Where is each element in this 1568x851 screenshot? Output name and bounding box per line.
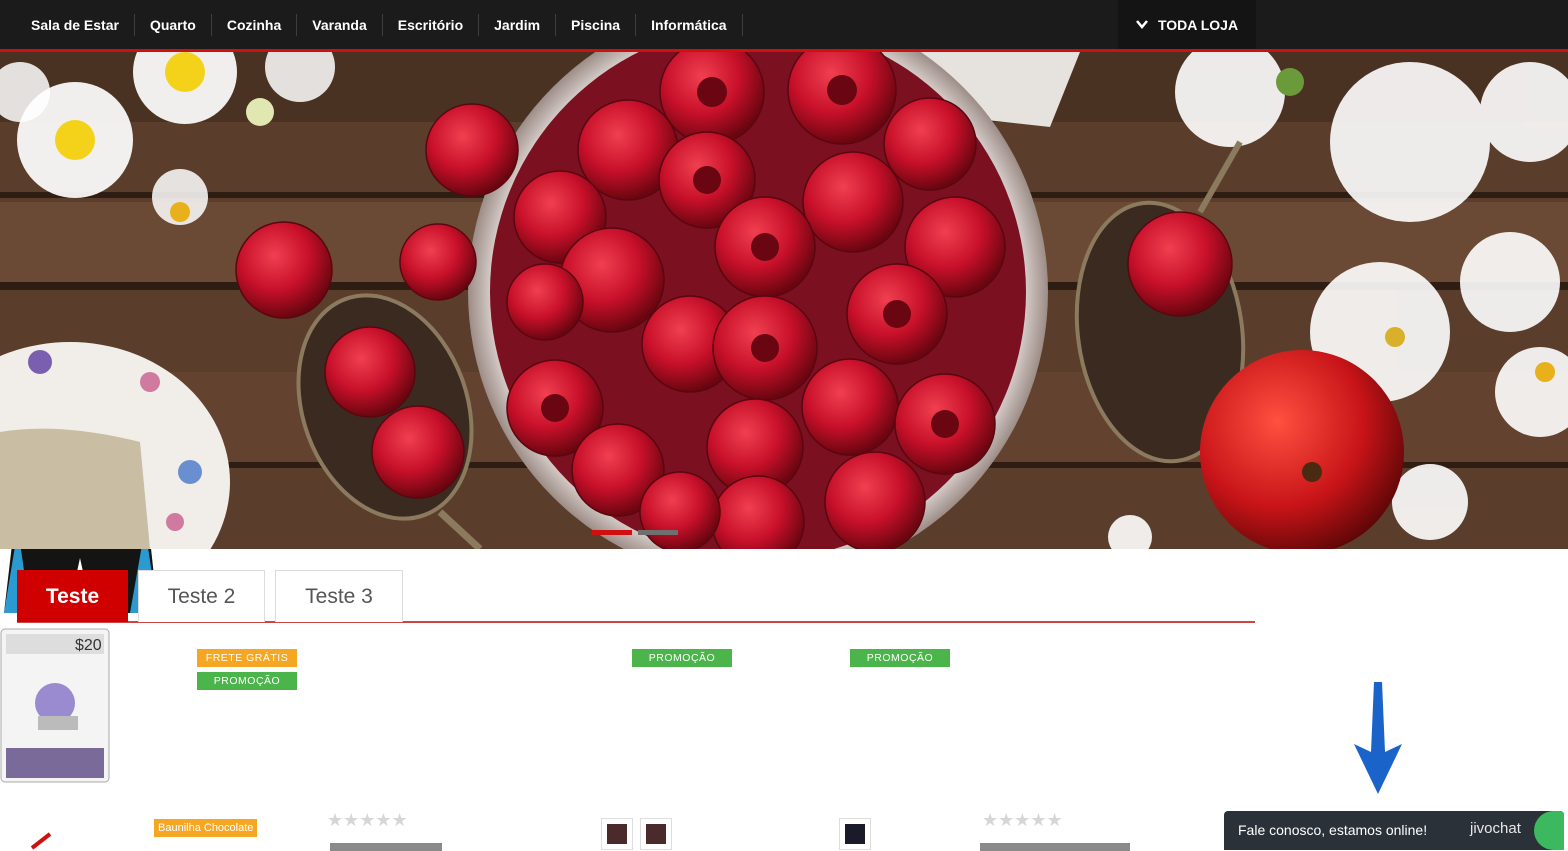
slider-dot-1[interactable]	[592, 530, 632, 535]
chat-brand-logo: jivochat	[1470, 820, 1521, 837]
flavor-option[interactable]: Baunilha Chocolate	[154, 819, 258, 837]
down-arrow-icon	[1354, 682, 1402, 794]
nav-item-quarto[interactable]: Quarto	[135, 13, 212, 36]
tab-teste[interactable]: Teste	[17, 570, 128, 622]
hero-image	[0, 52, 1568, 549]
slider-dots	[592, 530, 678, 535]
badge-promo: PROMOÇÃO	[197, 672, 297, 690]
rating-stars: ★★★★★	[982, 810, 1063, 830]
product-tabs: Teste Teste 2 Teste 3	[17, 570, 1255, 623]
nav-item-informatica[interactable]: Informática	[636, 13, 743, 36]
nav-item-sala-de-estar[interactable]: Sala de Estar	[16, 13, 135, 36]
rating-stars: ★★★★★	[327, 810, 408, 830]
chat-message: Fale conosco, estamos online!	[1238, 822, 1428, 838]
variant-thumb-1[interactable]	[601, 818, 633, 850]
tab-teste-3[interactable]: Teste 3	[275, 570, 403, 622]
top-navigation: Sala de Estar Quarto Cozinha Varanda Esc…	[0, 0, 1568, 52]
tab-teste-2[interactable]: Teste 2	[138, 570, 265, 622]
category-menu: Sala de Estar Quarto Cozinha Varanda Esc…	[16, 0, 743, 49]
product-image-psn-card[interactable]: $20	[0, 628, 110, 783]
online-status-icon	[1534, 811, 1564, 850]
variant-thumb-2[interactable]	[640, 818, 672, 850]
partial-red-icon	[30, 832, 52, 850]
live-chat-widget[interactable]: Fale conosco, estamos online! jivochat	[1224, 811, 1564, 850]
badge-promo: PROMOÇÃO	[632, 649, 732, 667]
badge-promo: PROMOÇÃO	[850, 649, 950, 667]
all-store-label: TODA LOJA	[1157, 16, 1239, 33]
badge-free-shipping: FRETE GRÁTIS	[197, 649, 297, 667]
all-store-button[interactable]: TODA LOJA	[1118, 0, 1256, 49]
variant-thumb-1[interactable]	[839, 818, 871, 850]
hero-banner[interactable]	[0, 52, 1568, 549]
nav-item-jardim[interactable]: Jardim	[479, 13, 557, 36]
slider-dot-2[interactable]	[638, 530, 678, 535]
nav-item-piscina[interactable]: Piscina	[556, 13, 637, 36]
nav-item-escritorio[interactable]: Escritório	[383, 13, 480, 36]
nav-item-varanda[interactable]: Varanda	[297, 13, 383, 36]
nav-item-cozinha[interactable]: Cozinha	[212, 13, 298, 36]
card-value: $20	[75, 637, 102, 654]
chevron-down-icon	[1135, 20, 1148, 29]
